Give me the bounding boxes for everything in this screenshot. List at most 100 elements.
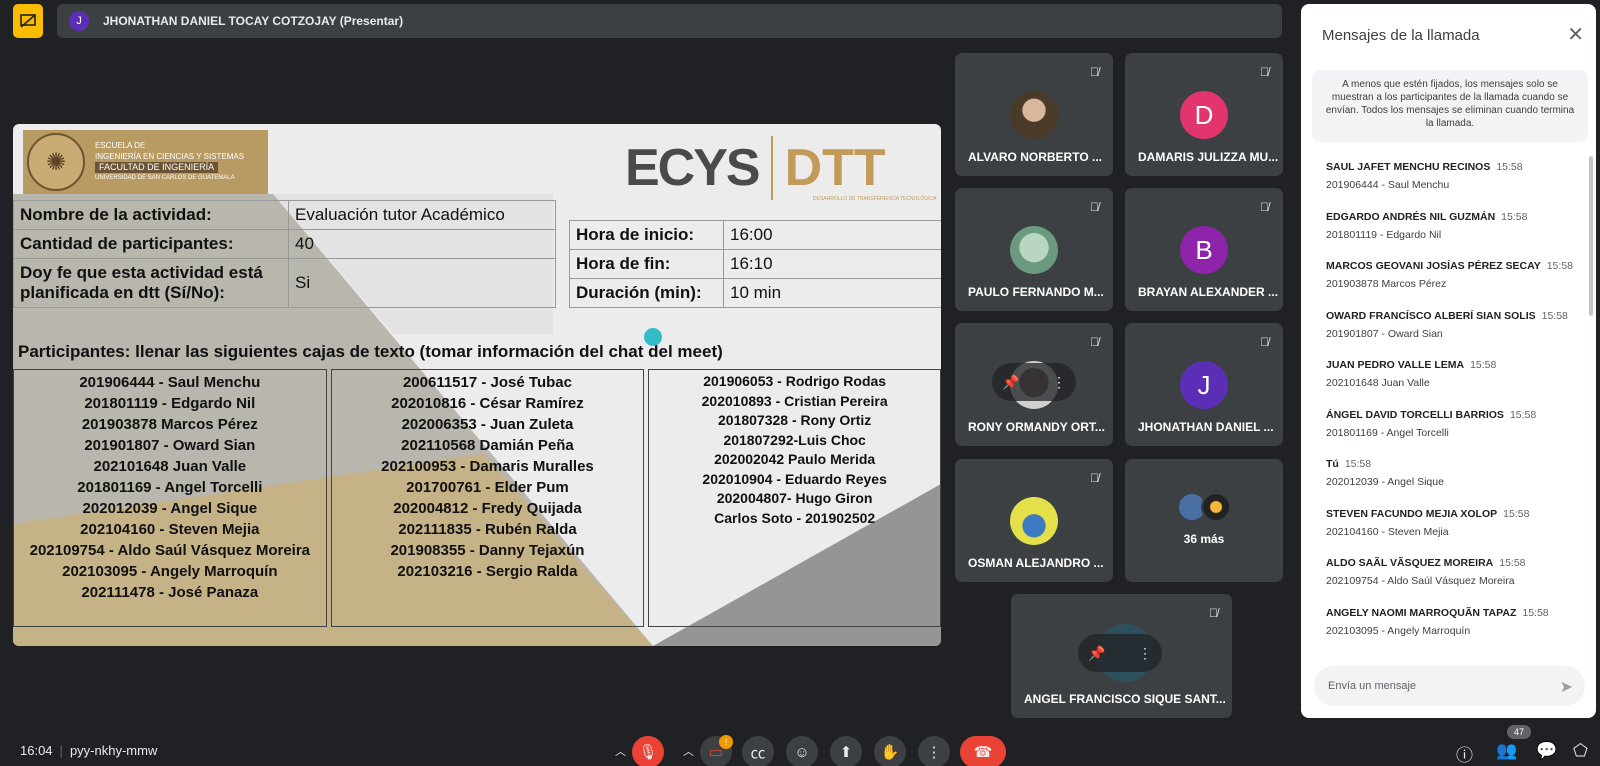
chat-message: JUAN PEDRO VALLE LEMA 15:58 202101648 Juan… [1326,359,1586,409]
participant-entry: 200611517 - José Tubac [402,374,572,391]
mic-off-icon: 🎙̸ [1090,335,1099,349]
close-icon[interactable]: ✕ [1567,22,1584,47]
presenter-name: JHONATHAN DANIEL TOCAY COTZOJAY (Present… [103,14,404,28]
captions-button[interactable]: ㏄ [742,736,774,766]
more-options-button[interactable]: ⋮ [918,736,950,766]
chevron-up-icon[interactable]: ︿ [683,743,694,759]
avatar [1010,226,1058,274]
message-sender: ANGELY NAOMI MARROQUÃN TAPAZ [1326,606,1517,619]
table-value: 16:10 [723,249,941,279]
chat-messages: SAUL JAFET MENCHU RECINOS 15:58 201906444 … [1326,161,1586,656]
current-time: 16:04 [20,743,53,758]
message-time: 15:58 [1546,260,1573,272]
participant-entry: 202103095 - Angely Marroquín [62,563,278,580]
participant-entry: 201700761 - Elder Pum [406,479,569,496]
table-value: 10 min [723,278,941,308]
chat-scrollbar[interactable] [1589,156,1593,316]
table-label: Nombre de la actividad: [13,200,289,230]
participant-name: OSMAN ALEJANDRO ... [968,556,1104,570]
present-screen-icon: ⬆ [839,744,853,761]
participant-tile[interactable]: 🎙̸ D DAMARIS JULIZZA MU... [1125,53,1283,176]
participant-tile[interactable]: 🎙̸ ALVARO NORBERTO ... [955,53,1113,176]
more-participants-tile[interactable]: 36 más [1125,459,1283,582]
logo-line1: ESCUELA DE [95,141,146,150]
message-sender: SAUL JAFET MENCHU RECINOS [1326,161,1491,173]
activities-icon[interactable]: ⬠ [1573,741,1588,761]
message-text: 201901807 - Oward Sian [1326,327,1443,340]
mic-toggle-button[interactable]: 🎙 [632,736,664,766]
people-icon[interactable]: 👥 [1496,741,1517,761]
pin-icon[interactable]: 📌 [1002,374,1019,391]
presentation-slide: ✺ ESCUELA DE INGENIERÍA EN CIENCIAS Y SI… [13,124,941,646]
chat-message: MARCOS GEOVANI JOSÍAS PÉREZ SECAY 15:58 20… [1326,260,1586,310]
message-text: 202103095 - Angely Marroquín [1326,624,1471,637]
logo-line2: INGENIERÍA EN CIENCIAS Y SISTEMAS [95,152,245,161]
message-text: 202104160 - Steven Mejia [1326,525,1449,538]
meeting-code[interactable]: pyy-nkhy-mmw [70,743,157,758]
present-button[interactable]: ⬆ [830,736,862,766]
camera-warning-badge: ! [719,735,733,749]
participant-name: JHONATHAN DANIEL ... [1138,420,1274,434]
message-time: 15:58 [1501,210,1528,223]
participant-tile[interactable]: 🎙̸ OSMAN ALEJANDRO ... [955,459,1113,582]
participant-tile[interactable]: 🎙̸ 📌 ⋮ RONY ORMANDY ORT... [955,323,1113,446]
captions-icon: ㏄ [750,744,766,762]
presenter-bar: J JHONATHAN DANIEL TOCAY COTZOJAY (Prese… [57,4,1282,38]
more-vert-icon: ⋮ [926,744,942,761]
message-sender: MARCOS GEOVANI JOSÍAS PÉREZ SECAY [1326,260,1541,272]
participant-entry: 202110568 Damián Peña [401,437,574,454]
chevron-up-icon[interactable]: ︿ [615,743,626,759]
emoji-icon: ☺ [794,743,810,761]
participant-entry: 201801169 - Angel Torcelli [77,479,263,496]
chat-message: ALDO SAÃL VÃSQUEZ MOREIRA 15:58 202109754 … [1326,557,1586,607]
raise-hand-button[interactable]: ✋ [874,736,906,766]
avatar [1010,497,1058,545]
participant-entry: 201807292-Luis Choc [723,431,866,448]
table-label: Hora de inicio: [569,220,724,250]
participant-tile[interactable]: 🎙̸ B BRAYAN ALEXANDER ... [1125,188,1283,311]
participants-column-1: 201906444 - Saul Menchu 201801119 - Edga… [13,369,327,627]
dtt-subtitle: DESARROLLO DE TRANSFERENCIA TECNOLÓGICA [813,196,937,202]
chat-icon[interactable]: 💬 [1536,741,1557,761]
reactions-button[interactable]: ☺ [786,736,818,766]
activity-info-table: Nombre de la actividad: Evaluación tutor … [13,200,556,308]
chat-message: OWARD FRANCÍSCO ALBERÍ SIAN SOLIS 15:58 20… [1326,310,1586,360]
message-sender: Tú [1326,458,1339,470]
participant-tile[interactable]: 🎙̸ J JHONATHAN DANIEL ... [1125,323,1283,446]
participant-entry: 201903878 Marcos Pérez [81,416,258,433]
pin-icon[interactable]: 📌 [1088,645,1105,662]
chat-message-input[interactable]: Envía un mensaje ➤ [1314,666,1585,706]
message-sender: OWARD FRANCÍSCO ALBERÍ SIAN SOLIS [1326,309,1536,322]
pointer-cursor [644,328,662,346]
participants-column-3: 201906053 - Rodrigo Rodas 202010893 - Cr… [648,369,941,627]
chat-info-note: A menos que estén fijados, los mensajes … [1312,70,1588,142]
info-icon[interactable]: ⓘ [1456,741,1473,766]
more-options-icon[interactable]: ⋮ [1138,645,1152,662]
avatar: J [1180,361,1228,409]
participant-entry: 201906053 - Rodrigo Rodas [703,373,887,389]
message-time: 15:58 [1541,309,1568,322]
presenting-icon[interactable] [13,4,43,38]
send-icon[interactable]: ➤ [1560,677,1573,697]
participant-entry: 201801119 - Edgardo Nil [84,395,256,412]
participant-count-badge: 47 [1507,725,1531,739]
tile-hover-controls: 📌 ⋮ [1078,634,1162,672]
self-tile[interactable]: 🎙̸ 📌 ⋮ ANGEL FRANCISCO SIQUE SANT... [1011,594,1232,718]
table-value: Si [288,258,556,308]
participant-tile[interactable]: 🎙̸ PAULO FERNANDO M... [955,188,1113,311]
ecys-dtt-logo: ECYS DTT [625,136,886,200]
participant-entry: 202103216 - Sergio Ralda [397,563,578,580]
participant-entry: 202010893 - Cristian Pereira [701,392,888,409]
avatar: D [1180,91,1228,139]
participant-entry: 202010904 - Eduardo Reyes [702,470,887,487]
logo-faculty: FACULTAD DE INGENIERÍA [95,162,219,173]
avatar [1201,492,1231,522]
mic-off-icon: 🎙̸ [1090,65,1099,79]
more-participants-label: 36 más [1183,532,1225,546]
more-options-icon[interactable]: ⋮ [1052,374,1066,391]
avatar [1010,91,1058,139]
participant-name: RONY ORMANDY ORT... [968,420,1105,434]
table-label: Doy fe que esta actividad está planifica… [13,258,289,308]
participant-entry: 201807328 - Rony Ortiz [718,412,872,428]
leave-call-button[interactable]: ☎ [960,736,1006,766]
